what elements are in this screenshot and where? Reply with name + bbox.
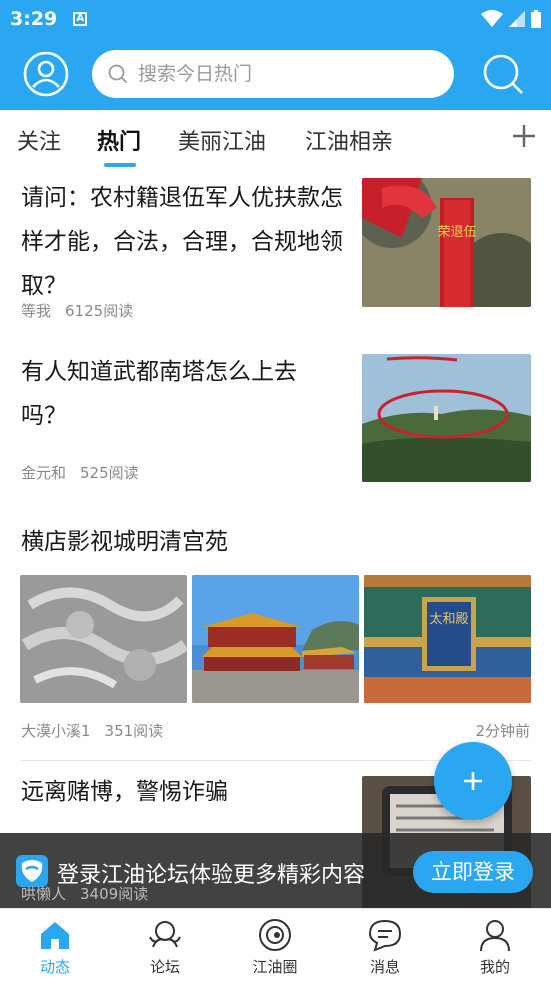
post-author: 大漠小溪1 [21,722,91,740]
user-icon [23,51,69,97]
tab-beautiful-jiangyou[interactable]: 美丽江油 [178,124,266,156]
search-button[interactable] [481,52,525,96]
user-avatar-button[interactable] [22,50,70,98]
status-indicators [481,10,541,28]
plus-icon [464,772,482,790]
wifi-icon [481,10,503,27]
signal-icon [509,11,525,27]
search-icon [483,54,523,94]
notification-a-icon: A [73,12,88,26]
svg-text:太和殿: 太和殿 [429,612,468,627]
post-title: 请问：农村籍退伍军人优扶款怎样才能，合法，合理，合规地领取？ [21,185,343,299]
post-author: 金元和 [21,464,67,482]
add-tab-icon[interactable] [510,122,538,150]
tab-hot[interactable]: 热门 [97,124,141,156]
nav-label: 消息 [369,958,400,976]
battery-icon [531,10,541,28]
forum-icon [149,921,181,948]
status-bar: 3:29 A [0,0,551,38]
post-reads: 6125阅读 [65,302,134,320]
tab-jiangyou-dating[interactable]: 江油相亲 [305,124,393,156]
search-bar[interactable] [92,50,454,98]
home-icon [41,922,69,949]
nav-item-home[interactable]: 动态 [0,909,110,981]
post-thumbnail: 荣退伍 [362,178,531,307]
nav-label: 动态 [39,958,70,976]
nav-item-messages[interactable]: 消息 [330,909,440,981]
active-tab-indicator [104,163,136,167]
message-icon [368,919,402,952]
search-input[interactable] [138,63,438,85]
post-meta: 哄懒人 3409阅读 [21,883,148,903]
bottom-navigation: 动态 论坛 江油圈 消息 我的 [0,908,551,981]
post-reads: 3409阅读 [80,885,149,903]
circle-icon [259,919,291,951]
post-reads: 351阅读 [104,722,164,740]
nav-item-circle[interactable]: 江油圈 [220,909,330,981]
post-time: 2分钟前 [475,722,530,740]
nav-label: 江油圈 [252,958,298,976]
post-author: 哄懒人 [21,885,67,903]
post-meta: 等我 6125阅读 [21,300,133,321]
post-image [192,575,359,703]
profile-icon [480,920,510,952]
nav-label: 论坛 [149,958,180,976]
post-meta: 金元和 525阅读 [21,462,139,483]
create-post-button[interactable] [434,742,512,820]
post-thumbnail [362,354,531,482]
feed-post[interactable]: 横店影视城明清宫苑 太和殿 大漠小溪1 351阅读 2分钟前 [0,520,551,760]
nav-item-profile[interactable]: 我的 [440,909,550,981]
post-title: 有人知道武都南塔怎么上去吗？ [21,359,297,429]
nav-label: 我的 [479,958,510,976]
status-time: 3:29 [10,8,58,30]
search-icon [108,64,128,84]
svg-text:荣退伍: 荣退伍 [437,225,476,240]
post-reads: 525阅读 [80,464,139,482]
feed-post[interactable]: 请问：农村籍退伍军人优扶款怎样才能，合法，合理，合规地领取？ 等我 6125阅读 … [0,172,551,322]
post-title: 横店影视城明清宫苑 [21,529,228,555]
login-button[interactable]: 立即登录 [413,851,533,893]
nav-item-forum[interactable]: 论坛 [110,909,220,981]
top-header [0,38,551,110]
post-author: 等我 [21,302,52,320]
category-tabs: 关注 热门 美丽江油 江油相亲 [0,110,551,172]
tab-follow[interactable]: 关注 [17,124,61,156]
post-meta: 大漠小溪1 351阅读 [21,720,163,741]
feed-post[interactable]: 有人知道武都南塔怎么上去吗？ 金元和 525阅读 [0,350,551,490]
post-title: 远离赌博，警惕诈骗 [21,779,228,805]
post-image: 太和殿 [364,575,531,703]
post-image [20,575,187,703]
